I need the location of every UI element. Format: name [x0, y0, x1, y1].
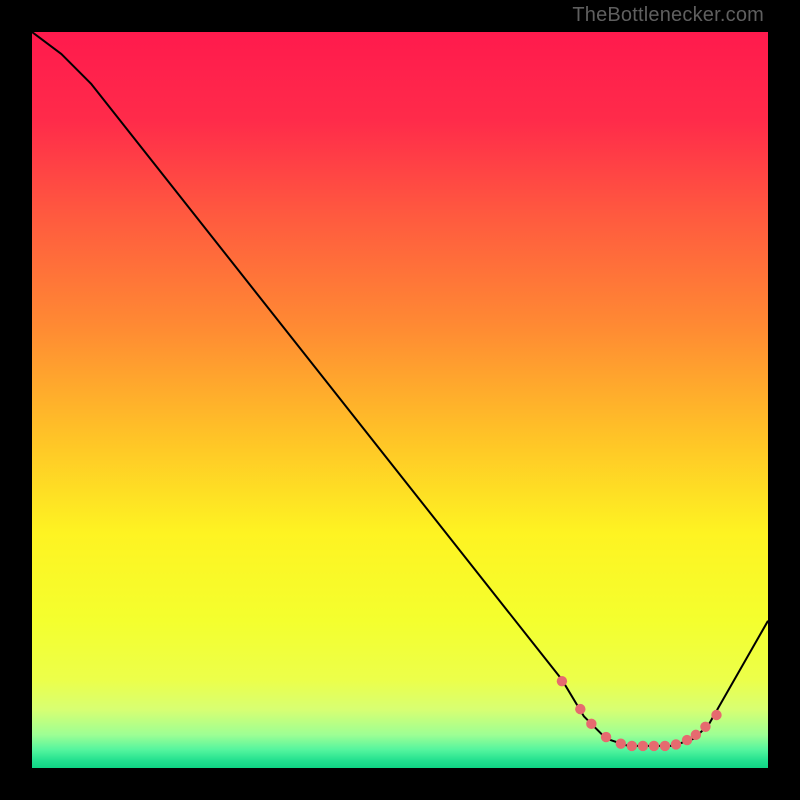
- marker-dot: [627, 741, 637, 751]
- chart-frame: [32, 32, 768, 768]
- marker-dot: [682, 735, 692, 745]
- marker-dot: [691, 730, 701, 740]
- bottleneck-chart: [32, 32, 768, 768]
- marker-dot: [616, 739, 626, 749]
- marker-dot: [638, 741, 648, 751]
- gradient-background: [32, 32, 768, 768]
- marker-dot: [586, 719, 596, 729]
- watermark-text: TheBottlenecker.com: [572, 4, 764, 27]
- marker-dot: [649, 741, 659, 751]
- marker-dot: [557, 676, 567, 686]
- marker-dot: [711, 710, 721, 720]
- marker-dot: [601, 732, 611, 742]
- marker-dot: [700, 722, 710, 732]
- marker-dot: [660, 741, 670, 751]
- marker-dot: [671, 739, 681, 749]
- marker-dot: [575, 704, 585, 714]
